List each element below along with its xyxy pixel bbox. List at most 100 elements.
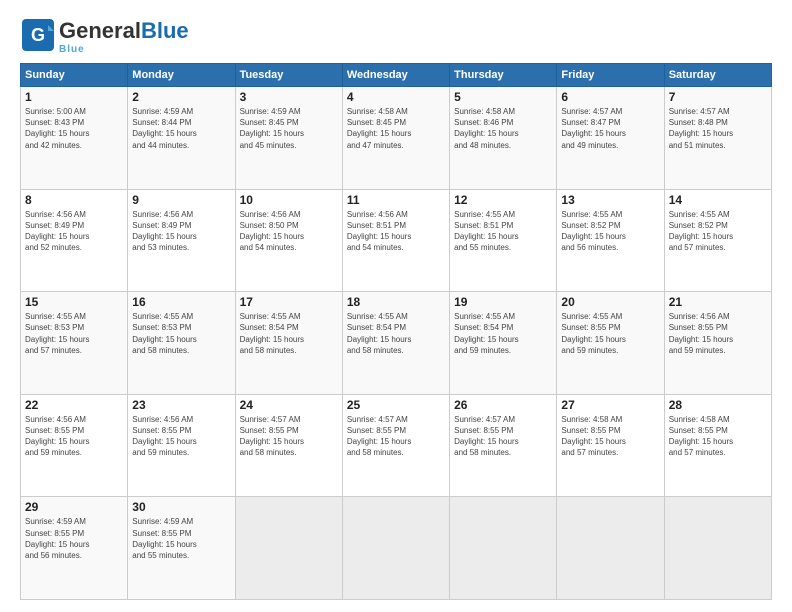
calendar-cell: 3 Sunrise: 4:59 AM Sunset: 8:45 PM Daylig… <box>235 87 342 190</box>
calendar-week-row: 15 Sunrise: 4:55 AM Sunset: 8:53 PM Dayli… <box>21 292 772 395</box>
logo-general-text: General <box>59 18 141 44</box>
day-info: Sunrise: 4:55 AM Sunset: 8:51 PM Dayligh… <box>454 209 552 254</box>
calendar-cell <box>450 497 557 600</box>
day-info: Sunrise: 4:56 AM Sunset: 8:55 PM Dayligh… <box>25 414 123 459</box>
header: G GeneralBlue Blue <box>20 18 772 55</box>
calendar-cell: 25 Sunrise: 4:57 AM Sunset: 8:55 PM Dayli… <box>342 394 449 497</box>
day-number: 4 <box>347 90 445 104</box>
calendar-week-row: 22 Sunrise: 4:56 AM Sunset: 8:55 PM Dayli… <box>21 394 772 497</box>
calendar-cell: 15 Sunrise: 4:55 AM Sunset: 8:53 PM Dayli… <box>21 292 128 395</box>
day-info: Sunrise: 4:55 AM Sunset: 8:53 PM Dayligh… <box>132 311 230 356</box>
calendar-cell: 7Sunrise: 4:57 AM Sunset: 8:48 PM Daylig… <box>664 87 771 190</box>
calendar-cell: 9 Sunrise: 4:56 AM Sunset: 8:49 PM Daylig… <box>128 189 235 292</box>
calendar-cell: 27 Sunrise: 4:58 AM Sunset: 8:55 PM Dayli… <box>557 394 664 497</box>
weekday-header: Friday <box>557 64 664 87</box>
day-info: Sunrise: 4:56 AM Sunset: 8:51 PM Dayligh… <box>347 209 445 254</box>
day-info: Sunrise: 4:56 AM Sunset: 8:49 PM Dayligh… <box>132 209 230 254</box>
calendar-week-row: 29 Sunrise: 4:59 AM Sunset: 8:55 PM Dayli… <box>21 497 772 600</box>
calendar-cell: 24 Sunrise: 4:57 AM Sunset: 8:55 PM Dayli… <box>235 394 342 497</box>
day-number: 22 <box>25 398 123 412</box>
day-number: 23 <box>132 398 230 412</box>
day-info: Sunrise: 4:59 AM Sunset: 8:45 PM Dayligh… <box>240 106 338 151</box>
day-number: 3 <box>240 90 338 104</box>
day-number: 6 <box>561 90 659 104</box>
day-number: 20 <box>561 295 659 309</box>
calendar-week-row: 8Sunrise: 4:56 AM Sunset: 8:49 PM Daylig… <box>21 189 772 292</box>
day-info: Sunrise: 4:55 AM Sunset: 8:53 PM Dayligh… <box>25 311 123 356</box>
calendar-cell: 30 Sunrise: 4:59 AM Sunset: 8:55 PM Dayli… <box>128 497 235 600</box>
day-number: 18 <box>347 295 445 309</box>
day-info: Sunrise: 4:55 AM Sunset: 8:54 PM Dayligh… <box>240 311 338 356</box>
day-info: Sunrise: 4:58 AM Sunset: 8:46 PM Dayligh… <box>454 106 552 151</box>
calendar-cell: 4 Sunrise: 4:58 AM Sunset: 8:45 PM Daylig… <box>342 87 449 190</box>
calendar-cell: 6 Sunrise: 4:57 AM Sunset: 8:47 PM Daylig… <box>557 87 664 190</box>
day-info: Sunrise: 4:58 AM Sunset: 8:55 PM Dayligh… <box>561 414 659 459</box>
calendar-cell <box>664 497 771 600</box>
day-info: Sunrise: 4:57 AM Sunset: 8:55 PM Dayligh… <box>454 414 552 459</box>
weekday-header: Thursday <box>450 64 557 87</box>
day-info: Sunrise: 4:55 AM Sunset: 8:54 PM Dayligh… <box>454 311 552 356</box>
day-info: Sunrise: 4:57 AM Sunset: 8:55 PM Dayligh… <box>347 414 445 459</box>
calendar-cell: 12Sunrise: 4:55 AM Sunset: 8:51 PM Dayli… <box>450 189 557 292</box>
day-info: Sunrise: 4:57 AM Sunset: 8:47 PM Dayligh… <box>561 106 659 151</box>
day-number: 2 <box>132 90 230 104</box>
calendar-cell: 14 Sunrise: 4:55 AM Sunset: 8:52 PM Dayli… <box>664 189 771 292</box>
day-number: 29 <box>25 500 123 514</box>
calendar-cell: 11Sunrise: 4:56 AM Sunset: 8:51 PM Dayli… <box>342 189 449 292</box>
weekday-header: Tuesday <box>235 64 342 87</box>
day-number: 30 <box>132 500 230 514</box>
day-number: 5 <box>454 90 552 104</box>
calendar-cell: 13 Sunrise: 4:55 AM Sunset: 8:52 PM Dayli… <box>557 189 664 292</box>
day-number: 7 <box>669 90 767 104</box>
day-number: 16 <box>132 295 230 309</box>
calendar-cell: 8Sunrise: 4:56 AM Sunset: 8:49 PM Daylig… <box>21 189 128 292</box>
calendar-cell: 10 Sunrise: 4:56 AM Sunset: 8:50 PM Dayli… <box>235 189 342 292</box>
day-number: 15 <box>25 295 123 309</box>
day-info: Sunrise: 4:59 AM Sunset: 8:44 PM Dayligh… <box>132 106 230 151</box>
day-info: Sunrise: 4:56 AM Sunset: 8:49 PM Dayligh… <box>25 209 123 254</box>
weekday-header: Wednesday <box>342 64 449 87</box>
calendar-cell: 29 Sunrise: 4:59 AM Sunset: 8:55 PM Dayli… <box>21 497 128 600</box>
day-number: 9 <box>132 193 230 207</box>
calendar-week-row: 1 Sunrise: 5:00 AM Sunset: 8:43 PM Daylig… <box>21 87 772 190</box>
calendar-cell: 18Sunrise: 4:55 AM Sunset: 8:54 PM Dayli… <box>342 292 449 395</box>
header-row: SundayMondayTuesdayWednesdayThursdayFrid… <box>21 64 772 87</box>
weekday-header: Sunday <box>21 64 128 87</box>
day-info: Sunrise: 4:56 AM Sunset: 8:55 PM Dayligh… <box>669 311 767 356</box>
day-number: 27 <box>561 398 659 412</box>
day-number: 1 <box>25 90 123 104</box>
day-number: 25 <box>347 398 445 412</box>
day-info: Sunrise: 4:58 AM Sunset: 8:45 PM Dayligh… <box>347 106 445 151</box>
calendar-cell: 26 Sunrise: 4:57 AM Sunset: 8:55 PM Dayli… <box>450 394 557 497</box>
day-number: 26 <box>454 398 552 412</box>
day-info: Sunrise: 4:56 AM Sunset: 8:50 PM Dayligh… <box>240 209 338 254</box>
logo-subtitle: Blue <box>59 44 189 55</box>
day-number: 24 <box>240 398 338 412</box>
day-info: Sunrise: 5:00 AM Sunset: 8:43 PM Dayligh… <box>25 106 123 151</box>
calendar-cell: 16 Sunrise: 4:55 AM Sunset: 8:53 PM Dayli… <box>128 292 235 395</box>
day-info: Sunrise: 4:57 AM Sunset: 8:55 PM Dayligh… <box>240 414 338 459</box>
day-info: Sunrise: 4:59 AM Sunset: 8:55 PM Dayligh… <box>25 516 123 561</box>
day-info: Sunrise: 4:55 AM Sunset: 8:52 PM Dayligh… <box>561 209 659 254</box>
day-info: Sunrise: 4:58 AM Sunset: 8:55 PM Dayligh… <box>669 414 767 459</box>
calendar-cell <box>557 497 664 600</box>
day-info: Sunrise: 4:59 AM Sunset: 8:55 PM Dayligh… <box>132 516 230 561</box>
day-number: 14 <box>669 193 767 207</box>
day-info: Sunrise: 4:55 AM Sunset: 8:52 PM Dayligh… <box>669 209 767 254</box>
logo: G GeneralBlue Blue <box>20 18 189 55</box>
day-number: 13 <box>561 193 659 207</box>
day-number: 28 <box>669 398 767 412</box>
day-info: Sunrise: 4:55 AM Sunset: 8:55 PM Dayligh… <box>561 311 659 356</box>
calendar-cell: 23 Sunrise: 4:56 AM Sunset: 8:55 PM Dayli… <box>128 394 235 497</box>
calendar-cell: 28 Sunrise: 4:58 AM Sunset: 8:55 PM Dayli… <box>664 394 771 497</box>
svg-text:G: G <box>31 25 45 45</box>
calendar-cell <box>342 497 449 600</box>
day-number: 19 <box>454 295 552 309</box>
calendar-table: SundayMondayTuesdayWednesdayThursdayFrid… <box>20 63 772 600</box>
day-info: Sunrise: 4:56 AM Sunset: 8:55 PM Dayligh… <box>132 414 230 459</box>
calendar-cell: 20 Sunrise: 4:55 AM Sunset: 8:55 PM Dayli… <box>557 292 664 395</box>
day-number: 10 <box>240 193 338 207</box>
day-number: 17 <box>240 295 338 309</box>
calendar-cell: 22 Sunrise: 4:56 AM Sunset: 8:55 PM Dayli… <box>21 394 128 497</box>
calendar-cell: 2 Sunrise: 4:59 AM Sunset: 8:44 PM Daylig… <box>128 87 235 190</box>
